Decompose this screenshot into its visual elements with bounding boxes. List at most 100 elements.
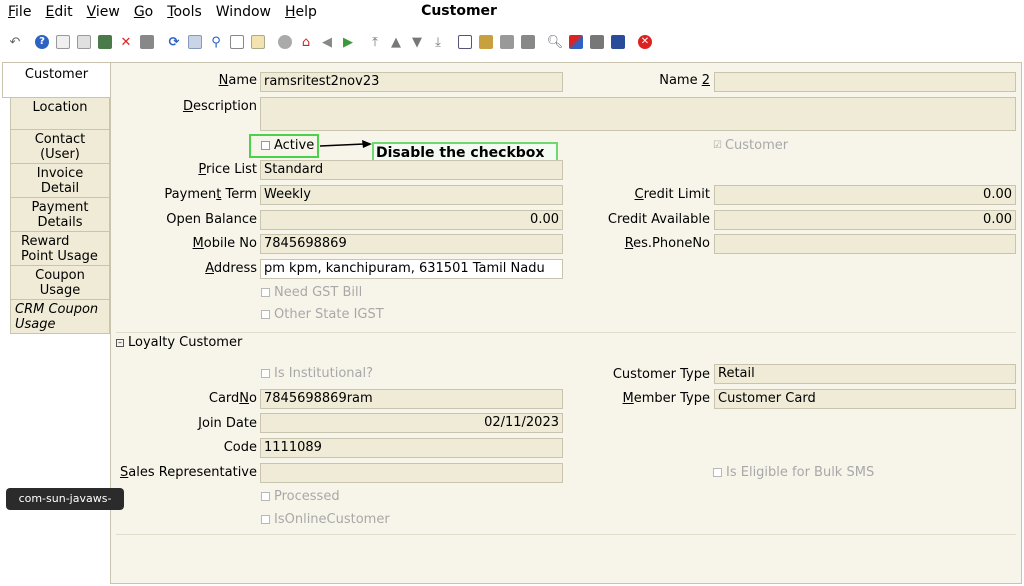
processed-box[interactable] [261,492,270,501]
other-state-igst-box[interactable] [261,310,270,319]
credit-available-field[interactable]: 0.00 [714,210,1016,230]
undo-icon[interactable]: ↶ [6,33,24,51]
archive-icon[interactable] [477,33,495,51]
customer-form-panel [110,62,1022,584]
member-type-field[interactable]: Customer Card [714,389,1016,409]
code-field[interactable]: 1111089 [260,438,563,458]
previous-record-icon[interactable]: ▲ [387,33,405,51]
is-institutional-label: Is Institutional? [274,366,374,381]
collapse-icon[interactable]: – [116,338,124,347]
join-date-label: Join Date [198,416,257,431]
active-checkbox[interactable]: Active [261,138,314,153]
zoom-icon[interactable]: 🔍︎ [546,33,564,51]
annotation-arrow-icon [319,140,372,148]
need-gst-box[interactable] [261,288,270,297]
tab-contact-user[interactable]: Contact (User) [10,130,110,164]
help-icon[interactable]: ? [33,33,51,51]
member-type-label: Member Type [622,391,710,406]
open-balance-label: Open Balance [166,212,257,227]
delete-selection-icon[interactable] [138,33,156,51]
description-field[interactable] [260,97,1016,131]
tab-crm-coupon-usage[interactable]: CRM Coupon Usage [10,300,110,334]
customer-type-label: Customer Type [612,367,710,382]
customer-checkbox[interactable]: ☑ Customer [713,138,788,153]
online-customer-box[interactable] [261,515,270,524]
mobile-label: Mobile No [192,236,257,251]
processed-checkbox[interactable]: Processed [261,489,340,504]
need-gst-checkbox[interactable]: Need GST Bill [261,285,362,300]
is-institutional-box[interactable] [261,369,270,378]
product-info-icon[interactable] [609,33,627,51]
cardno-field[interactable]: 7845698869ram [260,389,563,409]
home-icon[interactable]: ⌂ [297,33,315,51]
name2-label: Name 2 [659,73,710,88]
is-institutional-checkbox[interactable]: Is Institutional? [261,366,373,381]
tooltip: com-sun-javaws-Main [6,488,124,527]
online-customer-label: IsOnlineCustomer [274,512,390,527]
tab-coupon-usage[interactable]: Coupon Usage [10,266,110,300]
next-record-icon[interactable]: ▼ [408,33,426,51]
code-label: Code [223,440,257,455]
refresh-icon[interactable]: ⟳ [165,33,183,51]
report-icon[interactable] [456,33,474,51]
sales-rep-field[interactable] [260,463,563,483]
save-icon[interactable] [96,33,114,51]
credit-limit-field[interactable]: 0.00 [714,185,1016,205]
address-field[interactable]: pm kpm, kanchipuram, 631501 Tamil Nadu [260,259,563,279]
description-label: Description [182,99,257,114]
sales-rep-label: Sales Representative [120,465,257,480]
other-state-igst-label: Other State IGST [274,307,384,322]
bulk-sms-box[interactable] [713,468,722,477]
window-title: Customer [421,3,497,19]
bottom-divider [116,534,1016,535]
join-date-field[interactable]: 02/11/2023 [260,413,563,433]
print-preview-icon[interactable] [498,33,516,51]
find-icon[interactable] [186,33,204,51]
last-record-icon[interactable]: ⤓ [429,33,447,51]
print-icon[interactable] [519,33,537,51]
res-phone-field[interactable] [714,234,1016,254]
payment-term-field[interactable]: Weekly [260,185,563,205]
workflow-icon[interactable] [567,33,585,51]
delete-icon[interactable]: ✕ [117,33,135,51]
bulk-sms-label: Is Eligible for Bulk SMS [726,465,875,480]
history-icon[interactable] [249,33,267,51]
name-field[interactable]: ramsritest2nov23 [260,72,563,92]
payment-term-label: Payment Term [164,187,257,202]
credit-limit-label: Credit Limit [634,187,710,202]
processed-label: Processed [274,489,340,504]
open-balance-field[interactable]: 0.00 [260,210,563,230]
price-list-label: Price List [198,162,257,177]
online-customer-checkbox[interactable]: IsOnlineCustomer [261,512,390,527]
customer-type-field[interactable]: Retail [714,364,1016,384]
customer-label: Customer [724,138,789,153]
mobile-field[interactable]: 7845698869 [260,234,563,254]
loyalty-section-title: Loyalty Customer [128,335,243,350]
attachment-icon[interactable]: ⚲ [207,33,225,51]
cardno-label: CardNo [208,391,257,406]
tab-location[interactable]: Location [10,98,110,130]
name2-field[interactable] [714,72,1016,92]
tab-invoice-detail[interactable]: Invoice Detail [10,164,110,198]
exit-icon[interactable]: ✕ [636,33,654,51]
active-checkbox-box[interactable] [261,141,270,150]
back-icon[interactable]: ◀ [318,33,336,51]
address-label: Address [205,261,257,276]
first-record-icon[interactable]: ⤒ [366,33,384,51]
copy-record-icon[interactable] [75,33,93,51]
tab-list: Customer Location Contact (User) Invoice… [0,62,110,334]
res-phone-label: Res.PhoneNo [624,236,710,251]
chat-icon[interactable] [228,33,246,51]
price-list-field[interactable]: Standard [260,160,563,180]
other-state-igst-checkbox[interactable]: Other State IGST [261,307,384,322]
loyalty-section-header[interactable]: – Loyalty Customer [116,332,1016,350]
tab-payment-details[interactable]: Payment Details [10,198,110,232]
customer-check-icon: ☑ [713,140,722,151]
grid-toggle-icon[interactable] [276,33,294,51]
tab-reward-point-usage[interactable]: Reward Point Usage [10,232,110,266]
forward-icon[interactable]: ▶ [339,33,357,51]
new-record-icon[interactable] [54,33,72,51]
bulk-sms-checkbox[interactable]: Is Eligible for Bulk SMS [713,465,874,480]
tab-customer[interactable]: Customer [2,62,110,98]
request-icon[interactable] [588,33,606,51]
